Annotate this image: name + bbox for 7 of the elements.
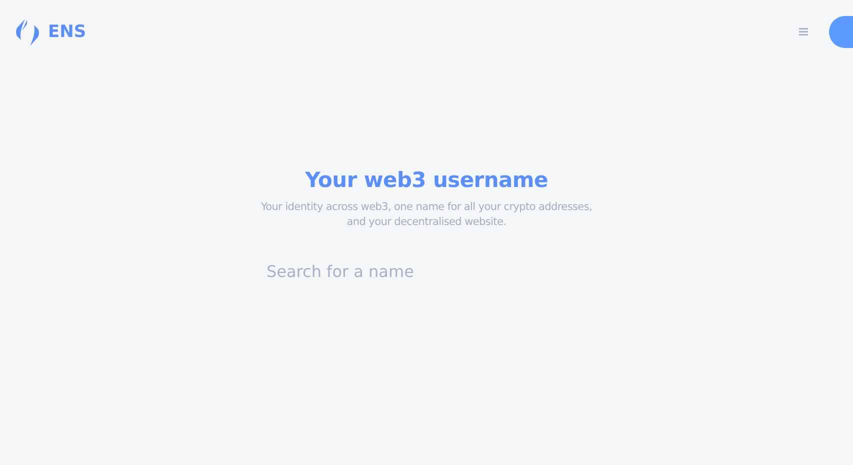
- account-button[interactable]: [829, 16, 853, 48]
- logo-text[interactable]: ENS: [48, 22, 86, 42]
- search-field[interactable]: Search for a name: [262, 256, 570, 287]
- menu-icon[interactable]: [799, 28, 808, 36]
- logo-icon: [14, 18, 41, 46]
- hero-title: Your web3 username: [305, 168, 548, 192]
- hero-subtitle: Your identity across web3, one name for all your crypto addresses, and your decentralised website.: [260, 200, 592, 230]
